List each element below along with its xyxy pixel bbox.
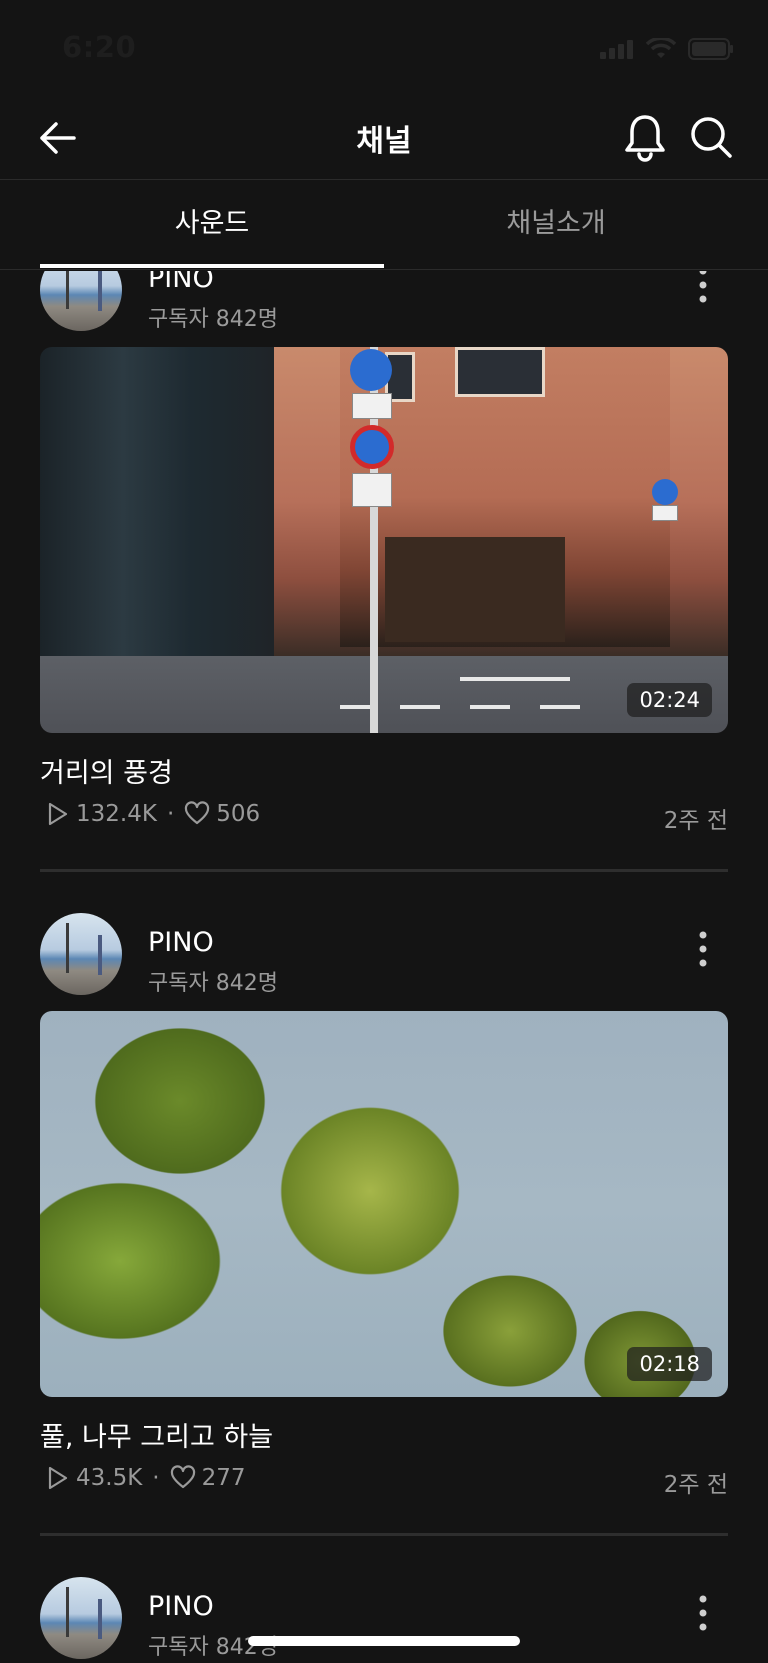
post-time: 2주 전 <box>663 808 728 834</box>
play-icon <box>48 802 68 826</box>
stats-separator: · <box>166 801 175 827</box>
channel-name[interactable]: PINO <box>148 927 214 958</box>
app-header: 채널 <box>0 96 768 180</box>
like-count: 277 <box>201 1465 246 1491</box>
video-feed[interactable]: PINO 구독자 842명 02:24 거리의 풍경 132.4K · 506 … <box>0 271 768 1663</box>
like-count: 506 <box>216 801 261 827</box>
avatar[interactable] <box>40 913 122 995</box>
video-stats: 43.5K · 277 <box>44 1465 246 1491</box>
avatar[interactable] <box>40 271 122 331</box>
video-thumbnail[interactable]: 02:18 <box>40 1011 728 1397</box>
stats-separator: · <box>152 1465 160 1491</box>
subscriber-count: 구독자 842명 <box>148 307 278 332</box>
tab-channel-intro[interactable]: 채널소개 <box>384 180 728 270</box>
play-count: 132.4K <box>76 801 157 827</box>
home-indicator[interactable] <box>248 1636 520 1646</box>
feed-post: PINO 구독자 842명 02:24 거리의 풍경 132.4K · 506 … <box>0 271 768 879</box>
more-vertical-icon[interactable] <box>690 1593 716 1633</box>
status-bar: 6:20 <box>0 0 768 96</box>
tab-sound[interactable]: 사운드 <box>40 180 384 270</box>
battery-icon <box>688 38 733 60</box>
video-stats: 132.4K · 506 <box>44 801 260 827</box>
status-time: 6:20 <box>62 30 137 64</box>
feed-post: PINO 구독자 842명 <box>0 1577 768 1663</box>
feed-post: PINO 구독자 842명 02:18 풀, 나무 그리고 하늘 43.5K ·… <box>0 913 768 1543</box>
channel-name[interactable]: PINO <box>148 1591 214 1622</box>
tab-bar: 사운드 채널소개 <box>0 180 768 270</box>
heart-icon[interactable] <box>170 1465 196 1491</box>
cellular-signal-icon <box>600 40 633 59</box>
video-duration: 02:18 <box>627 1347 712 1381</box>
active-tab-indicator <box>40 264 384 268</box>
play-icon <box>48 1466 68 1490</box>
heart-icon[interactable] <box>184 801 210 827</box>
post-time: 2주 전 <box>663 1472 728 1498</box>
channel-name[interactable]: PINO <box>148 271 214 294</box>
post-divider <box>40 1533 728 1536</box>
avatar[interactable] <box>40 1577 122 1659</box>
search-icon[interactable] <box>688 114 734 160</box>
status-icons <box>600 38 734 60</box>
video-title[interactable]: 풀, 나무 그리고 하늘 <box>40 1415 273 1454</box>
video-title[interactable]: 거리의 풍경 <box>40 751 173 790</box>
bell-icon[interactable] <box>622 112 668 162</box>
subscriber-count: 구독자 842명 <box>148 971 278 996</box>
more-vertical-icon[interactable] <box>690 929 716 969</box>
play-count: 43.5K <box>76 1465 143 1491</box>
video-thumbnail[interactable]: 02:24 <box>40 347 728 733</box>
more-vertical-icon[interactable] <box>690 271 716 305</box>
video-duration: 02:24 <box>627 683 712 717</box>
wifi-icon <box>646 38 676 58</box>
post-divider <box>40 869 728 872</box>
